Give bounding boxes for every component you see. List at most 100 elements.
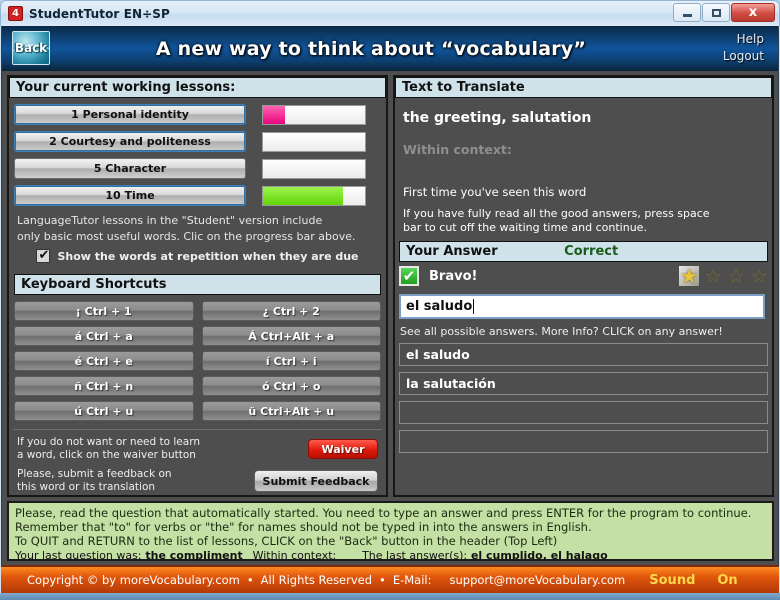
main-body: Your current working lessons: 1 Personal… — [1, 71, 779, 565]
lessons-note-line2: only basic most useful words. Clic on th… — [17, 230, 356, 243]
back-button[interactable]: Back — [12, 31, 50, 65]
support-email-link[interactable]: support@moreVocabulary.com — [450, 573, 626, 587]
shortcut-button[interactable]: Á Ctrl+Alt + a — [201, 326, 381, 346]
window-bottom-edge — [0, 593, 780, 600]
your-answer-label: Your Answer — [406, 244, 498, 259]
header-links: Help Logout — [723, 31, 764, 65]
your-answer-header: Your Answer Correct — [399, 241, 768, 262]
possible-answer — [399, 430, 768, 453]
checkbox-icon[interactable] — [36, 248, 51, 263]
minimize-button[interactable] — [673, 3, 701, 22]
feedback-description-line1: Please, submit a feedback on — [17, 468, 172, 480]
possible-answer[interactable]: el saludo — [399, 343, 768, 366]
waiver-description-line1: If you do not want or need to learn — [17, 436, 200, 448]
shortcut-button[interactable]: á Ctrl + a — [14, 326, 194, 346]
sound-toggle[interactable]: On — [717, 573, 737, 588]
copyright-text: Copyright © by moreVocabulary.com — [27, 573, 240, 587]
instructions-panel: Please, read the question that automatic… — [7, 501, 774, 562]
star-icon: ☆ — [704, 264, 723, 288]
footer-bar: Copyright © by moreVocabulary.com • All … — [1, 565, 779, 593]
shortcut-button[interactable]: ó Ctrl + o — [201, 376, 381, 396]
within-context-label: Within context: — [403, 142, 512, 157]
last-question-label: Your last question was: — [15, 549, 142, 562]
window-controls: x — [673, 3, 775, 22]
feedback-description-line2: this word or its translation — [17, 481, 156, 493]
close-icon: x — [748, 5, 758, 20]
shortcut-button[interactable]: ñ Ctrl + n — [14, 376, 194, 396]
translate-header: Text to Translate — [395, 77, 772, 98]
repetition-checkbox-row[interactable]: Show the words at repetition when they a… — [9, 244, 386, 269]
shortcut-button[interactable]: í Ctrl + i — [201, 351, 381, 371]
see-all-answers-hint: See all possible answers. More Info? CLI… — [400, 325, 723, 338]
answer-input[interactable]: el saludo — [399, 294, 765, 319]
lesson-button[interactable]: 1 Personal identity — [14, 104, 246, 125]
email-label: E-Mail: — [392, 573, 432, 587]
lesson-progress-bar[interactable] — [262, 158, 366, 179]
check-icon: ✔ — [399, 266, 419, 286]
press-space-line1: If you have fully read all the good answ… — [403, 207, 710, 220]
page-title: A new way to think about “vocabulary” — [155, 37, 587, 60]
repetition-checkbox-label: Show the words at repetition when they a… — [57, 249, 359, 263]
feedback-description: Please, submit a feedback on this word o… — [17, 468, 254, 494]
rights-text: All Rights Reserved — [260, 573, 373, 587]
help-link[interactable]: Help — [723, 31, 764, 48]
shortcut-button[interactable]: ¿ Ctrl + 2 — [201, 301, 381, 321]
lesson-button[interactable]: 5 Character — [14, 158, 246, 179]
lesson-progress-bar[interactable] — [262, 104, 366, 125]
press-space-line2: bar to cut off the waiting time and cont… — [403, 221, 647, 234]
instruction-line-3: To QUIT and RETURN to the list of lesson… — [15, 534, 558, 548]
first-time-message: First time you've seen this word — [403, 185, 587, 199]
star-rating: ★ ☆ ☆ ☆ — [679, 266, 768, 286]
star-icon: ☆ — [727, 264, 746, 288]
lesson-button[interactable]: 2 Courtesy and politeness — [14, 131, 246, 152]
possible-answer — [399, 401, 768, 424]
list-item: 1 Personal identity — [14, 104, 381, 125]
lessons-header: Your current working lessons: — [9, 77, 386, 98]
window-title: StudentTutor EN÷SP — [29, 6, 170, 21]
maximize-button[interactable] — [702, 3, 730, 22]
lesson-button[interactable]: 10 Time — [14, 185, 246, 206]
star-icon: ★ — [679, 264, 700, 288]
waiver-description: If you do not want or need to learn a wo… — [17, 436, 308, 462]
lessons-list: 1 Personal identity 2 Courtesy and polit… — [9, 98, 386, 206]
possible-answer[interactable]: la salutación — [399, 372, 768, 395]
right-panel: Text to Translate the greeting, salutati… — [393, 75, 774, 497]
answer-input-value: el saludo — [406, 299, 473, 314]
shortcuts-grid: ¡ Ctrl + 1 ¿ Ctrl + 2 á Ctrl + a Á Ctrl+… — [14, 301, 381, 421]
app-header: Back A new way to think about “vocabular… — [1, 26, 779, 71]
press-space-hint: If you have fully read all the good answ… — [401, 199, 766, 241]
left-panel: Your current working lessons: 1 Personal… — [7, 75, 388, 497]
last-question-summary: Your last question was: the compliment W… — [15, 549, 766, 562]
close-button[interactable]: x — [731, 3, 775, 22]
word-to-translate: the greeting, salutation — [403, 110, 592, 126]
app-logo-icon: 4 — [8, 6, 23, 21]
lesson-progress-bar[interactable] — [262, 185, 366, 206]
submit-feedback-button[interactable]: Submit Feedback — [254, 470, 378, 492]
shortcut-button[interactable]: é Ctrl + e — [14, 351, 194, 371]
application-window: 4 StudentTutor EN÷SP x Back A new way to… — [0, 0, 780, 600]
star-icon: ☆ — [750, 264, 768, 288]
keyboard-shortcuts-section: Keyboard Shortcuts ¡ Ctrl + 1 ¿ Ctrl + 2… — [9, 269, 386, 421]
lessons-note-line1: LanguageTutor lessons in the "Student" v… — [17, 214, 323, 227]
last-answer-label: The last answer(s): — [362, 549, 468, 562]
list-item: 10 Time — [14, 185, 381, 206]
answer-status-badge: Correct — [564, 244, 619, 259]
shortcut-button[interactable]: ú Ctrl + u — [14, 401, 194, 421]
bravo-label: Bravo! — [429, 268, 478, 284]
list-item: 2 Courtesy and politeness — [14, 131, 381, 152]
logout-link[interactable]: Logout — [723, 48, 764, 65]
back-button-label: Back — [14, 41, 48, 55]
result-row: ✔ Bravo! ★ ☆ ☆ ☆ — [395, 262, 772, 288]
last-context-label: Within context: — [252, 549, 337, 562]
footer-separator: • — [379, 573, 386, 587]
shortcut-button[interactable]: ¡ Ctrl + 1 — [14, 301, 194, 321]
lesson-progress-bar[interactable] — [262, 131, 366, 152]
sound-label: Sound — [649, 572, 696, 588]
waiver-row: If you do not want or need to learn a wo… — [9, 430, 386, 462]
question-area: the greeting, salutation Within context:… — [395, 98, 772, 241]
waiver-button[interactable]: Waiver — [308, 439, 378, 459]
feedback-row: Please, submit a feedback on this word o… — [9, 462, 386, 494]
list-item: 5 Character — [14, 158, 381, 179]
last-answer-value: el cumplido, el halaqo — [470, 549, 608, 562]
shortcut-button[interactable]: ü Ctrl+Alt + u — [201, 401, 381, 421]
